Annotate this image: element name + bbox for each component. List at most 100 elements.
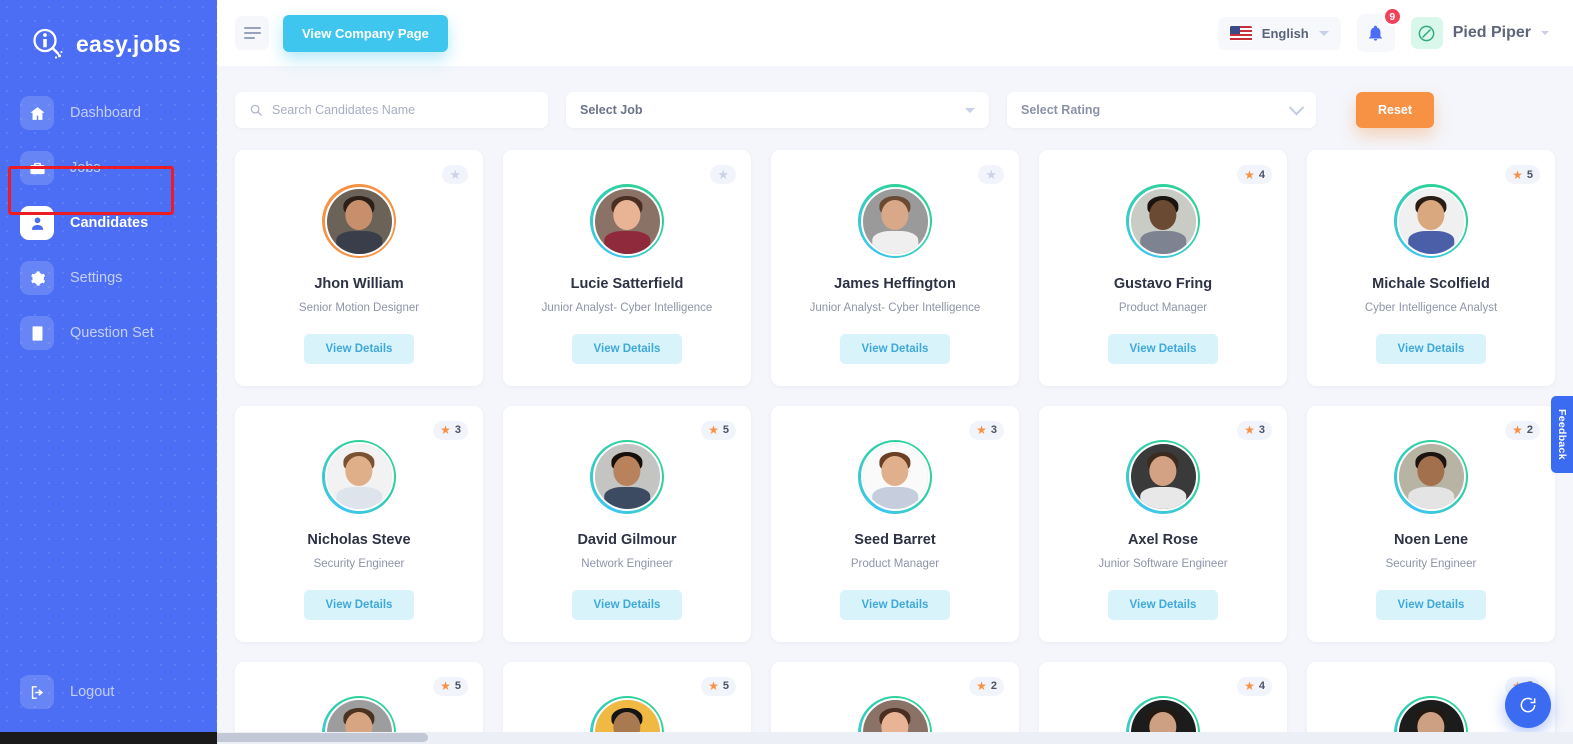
candidate-card[interactable]: ★ 3 Seed Barret Product Manager View Details bbox=[771, 405, 1019, 642]
view-details-button[interactable]: View Details bbox=[839, 589, 951, 620]
candidate-name: David Gilmour bbox=[577, 531, 677, 548]
view-company-page-button[interactable]: View Company Page bbox=[283, 14, 448, 52]
sidebar-item-label: Jobs bbox=[70, 160, 101, 176]
rating-badge[interactable]: ★ 3 bbox=[433, 420, 468, 440]
candidate-name: Noen Lene bbox=[1393, 531, 1469, 548]
rating-value: 5 bbox=[722, 424, 729, 437]
rating-badge[interactable]: ★ 3 bbox=[969, 420, 1004, 440]
candidate-name: James Heffington bbox=[834, 276, 956, 292]
rating-badge[interactable]: ★5 bbox=[701, 676, 736, 696]
chat-support-button[interactable] bbox=[1505, 682, 1551, 728]
user-menu[interactable]: Pied Piper bbox=[1410, 17, 1549, 49]
view-details-button[interactable]: View Details bbox=[1375, 589, 1487, 620]
view-details-button[interactable]: View Details bbox=[839, 333, 951, 364]
star-icon: ★ bbox=[976, 679, 987, 694]
rating-value: 2 bbox=[1526, 424, 1533, 437]
star-icon: ★ bbox=[1244, 167, 1255, 182]
filter-bar: Select Job Select Rating Reset bbox=[235, 92, 1555, 128]
sidebar-item-settings[interactable]: Settings bbox=[0, 253, 217, 303]
rating-badge[interactable]: ★ bbox=[710, 165, 736, 184]
rating-badge[interactable]: ★ 2 bbox=[969, 676, 1004, 696]
rating-value: 2 bbox=[990, 680, 997, 693]
sidebar-item-label: Settings bbox=[70, 270, 123, 286]
candidate-card[interactable]: ★ 3 Axel Rose Junior Software Engineer View … bbox=[1039, 405, 1287, 642]
rating-badge[interactable]: ★ 4 bbox=[1237, 165, 1272, 184]
avatar bbox=[1126, 184, 1200, 258]
horizontal-scrollbar[interactable] bbox=[0, 732, 1573, 744]
star-icon: ★ bbox=[976, 423, 987, 438]
select-rating-label: Select Rating bbox=[1021, 103, 1101, 117]
language-selector[interactable]: English bbox=[1217, 16, 1341, 50]
sidebar-item-jobs[interactable]: Jobs bbox=[0, 143, 217, 193]
candidate-card[interactable]: ★ James Heffington Junior Analyst- Cyber I… bbox=[771, 150, 1019, 386]
topbar-right: English 9 Pied Piper bbox=[1217, 7, 1549, 52]
search-input[interactable] bbox=[272, 103, 534, 117]
chat-bubble-icon bbox=[1520, 697, 1536, 713]
candidate-role: Junior Software Engineer bbox=[1098, 557, 1228, 570]
sidebar-item-question-set[interactable]: Question Set bbox=[0, 308, 217, 358]
view-details-button[interactable]: View Details bbox=[1107, 589, 1219, 620]
topbar: View Company Page English 9 Pied Piper bbox=[217, 0, 1573, 66]
rating-badge[interactable]: ★5 bbox=[433, 676, 468, 696]
star-icon: ★ bbox=[440, 679, 451, 694]
rating-badge[interactable]: ★ 2 bbox=[1505, 420, 1540, 440]
star-icon: ★ bbox=[985, 167, 997, 182]
avatar bbox=[590, 439, 664, 514]
search-candidates-field[interactable] bbox=[235, 92, 548, 128]
view-details-button[interactable]: View Details bbox=[1107, 333, 1219, 364]
candidate-card[interactable]: ★ 3 Nicholas Steve Security Engineer View De… bbox=[235, 405, 483, 642]
candidate-role: Junior Analyst- Cyber Intelligence bbox=[809, 302, 981, 314]
bell-icon bbox=[1369, 25, 1383, 41]
rating-badge[interactable]: ★ bbox=[442, 165, 468, 184]
select-rating-dropdown[interactable]: Select Rating bbox=[1007, 92, 1316, 128]
avatar bbox=[1394, 439, 1468, 514]
candidate-card[interactable]: ★ 2 Noen Lene Security Engineer View Details bbox=[1307, 405, 1555, 642]
select-job-dropdown[interactable]: Select Job bbox=[566, 92, 989, 128]
star-icon: ★ bbox=[717, 167, 729, 182]
brand[interactable]: easy.jobs bbox=[0, 14, 217, 66]
star-icon: ★ bbox=[708, 679, 719, 694]
avatar bbox=[322, 439, 396, 514]
candidate-card[interactable]: ★ 5 Michale Scolfield Cyber Intelligence An… bbox=[1307, 150, 1555, 386]
user-name: Pied Piper bbox=[1452, 24, 1531, 41]
rating-badge[interactable]: ★ 3 bbox=[1237, 420, 1272, 440]
brand-name: easy.jobs bbox=[76, 30, 181, 57]
avatar bbox=[590, 184, 664, 258]
reset-button[interactable]: Reset bbox=[1356, 92, 1435, 128]
candidate-role: Senior Motion Designer bbox=[298, 302, 420, 314]
candidate-name: Michale Scolfield bbox=[1372, 276, 1490, 292]
sidebar-item-label: Candidates bbox=[70, 215, 149, 231]
rating-badge[interactable]: ★ 4 bbox=[1237, 676, 1272, 696]
view-details-button[interactable]: View Details bbox=[1375, 333, 1487, 364]
notifications-button[interactable]: 9 bbox=[1356, 7, 1402, 52]
language-label: English bbox=[1261, 25, 1309, 41]
view-details-button[interactable]: View Details bbox=[571, 333, 683, 364]
candidate-card[interactable]: ★ Jhon William Senior Motion Designer View … bbox=[235, 150, 483, 386]
sidebar-nav: Dashboard Jobs Candidates Settings Quest… bbox=[0, 88, 217, 358]
sidebar-item-logout[interactable]: Logout bbox=[0, 667, 217, 717]
feedback-tab[interactable]: Feedback bbox=[1551, 396, 1573, 473]
sidebar-item-dashboard[interactable]: Dashboard bbox=[0, 88, 217, 138]
candidate-name: Jhon William bbox=[314, 276, 404, 292]
chevron-down-icon bbox=[965, 107, 975, 113]
chevron-down-icon bbox=[1288, 99, 1305, 115]
rating-value: 4 bbox=[1258, 168, 1265, 181]
candidate-card[interactable]: ★ Lucie Satterfield Junior Analyst- Cyber … bbox=[503, 150, 751, 386]
rating-badge[interactable]: ★5 bbox=[701, 420, 736, 440]
rating-value: 5 bbox=[722, 680, 729, 693]
hamburger-icon[interactable] bbox=[235, 16, 269, 50]
view-details-button[interactable]: View Details bbox=[571, 589, 683, 620]
avatar bbox=[322, 184, 396, 258]
view-details-button[interactable]: View Details bbox=[303, 589, 415, 620]
sidebar-item-candidates[interactable]: Candidates bbox=[0, 198, 217, 248]
candidates-grid: ★ Jhon William Senior Motion Designer View … bbox=[235, 150, 1555, 744]
candidate-role: Cyber Intelligence Analyst bbox=[1364, 302, 1498, 314]
us-flag-icon bbox=[1229, 25, 1252, 41]
candidate-card[interactable]: ★ 5 David Gilmour Network Engineer View Deta… bbox=[503, 405, 751, 642]
view-details-button[interactable]: View Details bbox=[303, 333, 415, 364]
candidate-card[interactable]: ★ 4 Gustavo Fring Product Manager View Detai… bbox=[1039, 150, 1287, 386]
candidate-name: Gustavo Fring bbox=[1113, 276, 1213, 292]
rating-badge[interactable]: ★ bbox=[978, 165, 1004, 184]
pied-piper-logo-icon bbox=[1410, 17, 1443, 49]
rating-badge[interactable]: ★5 bbox=[1505, 165, 1540, 184]
